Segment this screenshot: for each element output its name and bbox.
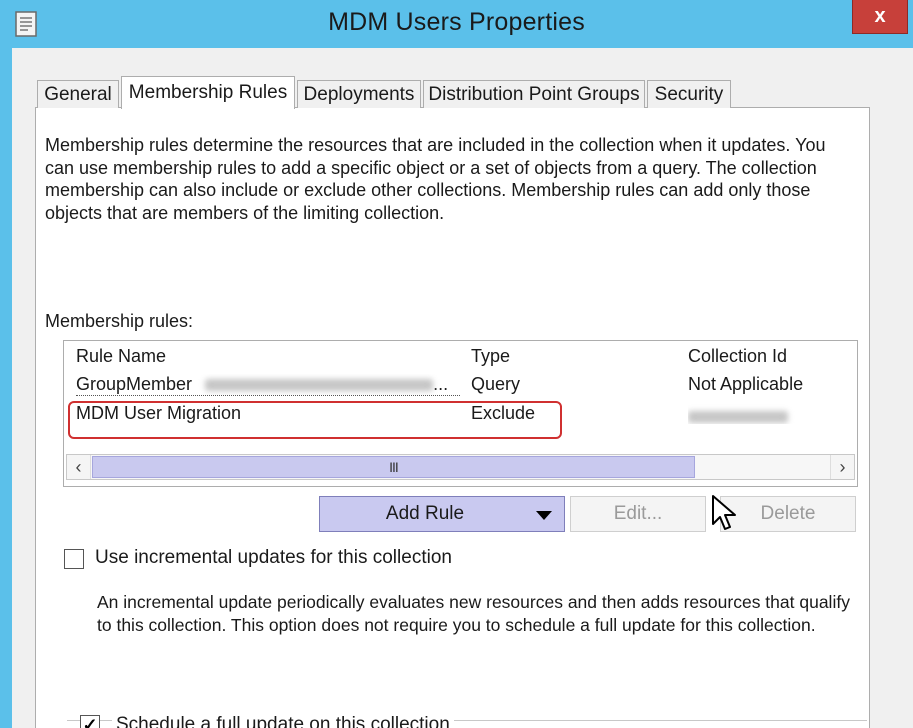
tab-distribution-point-groups[interactable]: Distribution Point Groups [423, 80, 645, 108]
list-header: Rule Name Type Collection Id [64, 343, 857, 371]
delete-button[interactable]: Delete [720, 496, 856, 532]
scroll-left-button[interactable]: ‹ [67, 455, 91, 479]
highlight-box [68, 401, 562, 439]
dropdown-arrow-icon [536, 511, 552, 520]
scroll-right-button[interactable]: › [830, 455, 854, 479]
incremental-updates-checkbox[interactable] [64, 549, 84, 569]
rule-name-cell: GroupMember ... [76, 374, 460, 396]
list-item[interactable]: GroupMember ... Query Not Applicable [64, 372, 857, 400]
add-rule-button[interactable]: Add Rule [319, 496, 565, 532]
tab-security[interactable]: Security [647, 80, 731, 108]
tab-membership-rules[interactable]: Membership Rules [121, 76, 295, 109]
incremental-description: An incremental update periodically evalu… [97, 592, 850, 635]
horizontal-scrollbar[interactable]: ‹ III › [66, 454, 855, 480]
chevron-right-icon: › [839, 456, 846, 477]
add-rule-label: Add Rule [385, 503, 465, 524]
rule-collection-id-cell: Not Applicable [688, 374, 804, 394]
title-bar: MDM Users Properties x [0, 0, 913, 48]
edit-button[interactable]: Edit... [570, 496, 706, 532]
tab-general[interactable]: General [37, 80, 119, 108]
scroll-thumb[interactable]: III [92, 456, 695, 478]
close-button[interactable]: x [852, 0, 908, 34]
close-icon: x [874, 5, 886, 27]
rule-type-cell: Query [471, 374, 521, 394]
tab-deployments[interactable]: Deployments [297, 80, 421, 108]
redacted-text [205, 379, 434, 392]
properties-dialog: General Membership Rules Deployments Dis… [12, 48, 913, 728]
membership-rules-list[interactable]: Rule Name Type Collection Id GroupMember… [63, 340, 858, 487]
redacted-text [688, 411, 788, 424]
incremental-updates-label[interactable]: Use incremental updates for this collect… [95, 547, 452, 569]
column-collection-id[interactable]: Collection Id [688, 346, 858, 367]
column-type[interactable]: Type [471, 346, 671, 367]
rule-name-text: GroupMember [76, 374, 193, 394]
schedule-full-update-checkbox[interactable]: ✓ [80, 715, 100, 728]
schedule-full-update-label[interactable]: Schedule a full update on this collectio… [112, 714, 454, 728]
column-rule-name[interactable]: Rule Name [76, 346, 460, 367]
mouse-cursor-icon [712, 495, 736, 530]
chevron-left-icon: ‹ [75, 456, 82, 477]
window-title: MDM Users Properties [328, 8, 585, 36]
membership-description: Membership rules determine the resources… [45, 135, 826, 223]
rule-name-ellipsis: ... [433, 374, 449, 394]
rule-collection-id-cell [688, 403, 858, 424]
membership-rules-label: Membership rules: [45, 311, 194, 331]
